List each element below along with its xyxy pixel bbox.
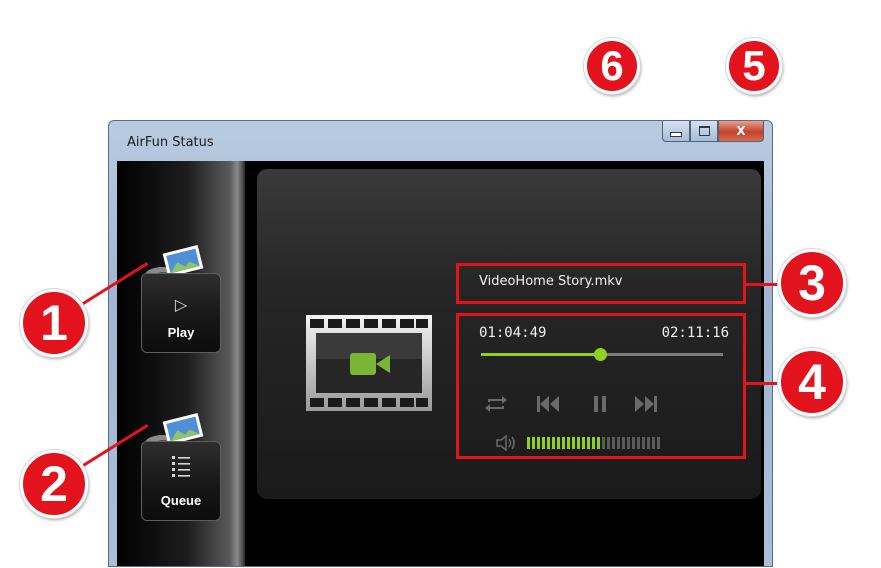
callout-marker-3: 3 [778, 249, 846, 317]
maximize-icon [698, 126, 710, 136]
title-bar[interactable]: AirFun Status X [109, 121, 772, 161]
window-title: AirFun Status [127, 135, 214, 150]
queue-label: Queue [160, 493, 202, 508]
list-icon [172, 456, 190, 477]
queue-card [141, 441, 221, 521]
callout-marker-4: 4 [778, 348, 846, 416]
callout-marker-1: 1 [20, 289, 88, 357]
callout-marker-5: 5 [726, 38, 782, 94]
close-icon: X [736, 124, 746, 138]
minimize-icon [670, 132, 682, 137]
sidebar: ▷ Play Queue [117, 161, 245, 566]
video-thumbnail-icon [306, 315, 432, 411]
callout-box-filename [456, 263, 746, 304]
window-controls: X [662, 121, 764, 143]
callout-marker-2: 2 [20, 450, 88, 518]
play-icon: ▷ [174, 295, 188, 314]
play-label: Play [167, 325, 195, 340]
minimize-button[interactable] [662, 121, 690, 142]
maximize-button[interactable] [690, 121, 718, 142]
callout-box-controls [456, 313, 746, 459]
close-button[interactable]: X [718, 121, 764, 142]
callout-marker-6: 6 [584, 38, 640, 94]
